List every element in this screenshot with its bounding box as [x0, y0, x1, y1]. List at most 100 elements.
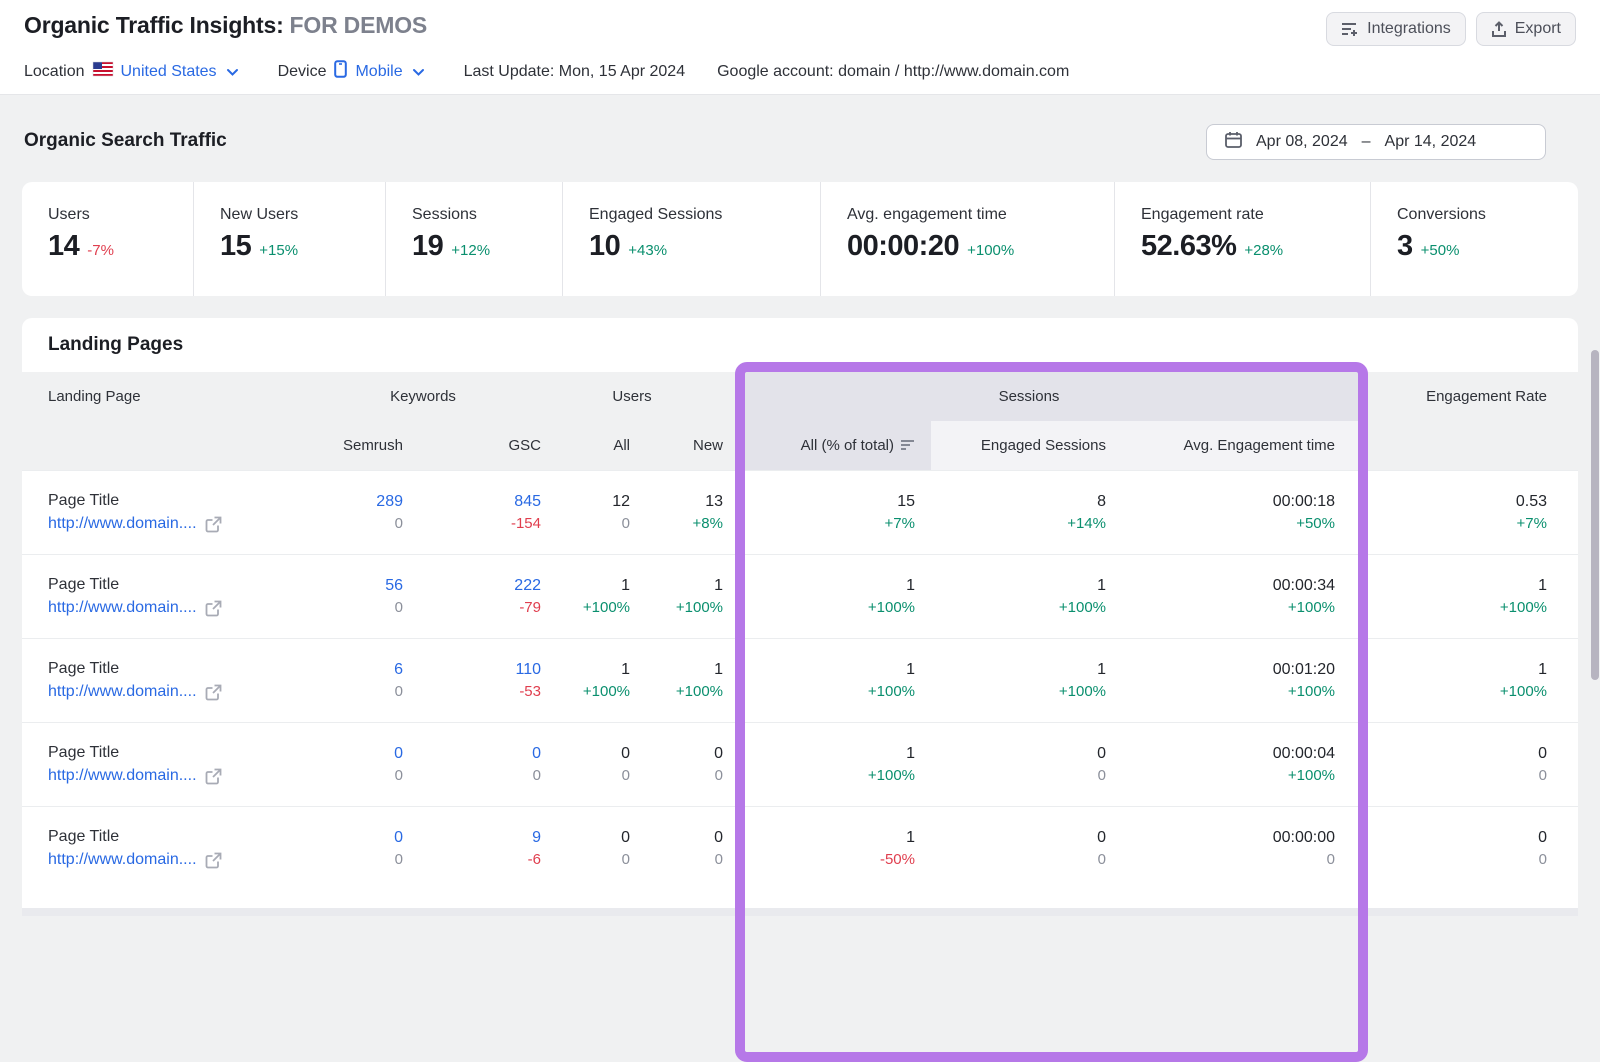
cell-value: 00:00:34 [1106, 577, 1335, 595]
cell-delta: 0 [1335, 767, 1547, 784]
cell-users-all: 00 [541, 829, 630, 868]
external-link-icon[interactable] [205, 684, 222, 701]
cell-delta: 0 [305, 767, 403, 784]
cell-gsc-keywords: 110-53 [403, 661, 541, 700]
page-url-link[interactable]: http://www.domain.... [48, 683, 197, 701]
cell-delta: +100% [541, 599, 630, 616]
metric-engaged-sessions: Engaged Sessions10+43% [562, 182, 820, 296]
chevron-down-icon [413, 63, 424, 81]
cell-value[interactable]: 56 [305, 577, 403, 595]
integrations-icon [1341, 21, 1359, 37]
cell-value: 0 [1335, 745, 1547, 763]
cell-value[interactable]: 6 [305, 661, 403, 679]
column-header-sessions-all[interactable]: All (% of total) [723, 437, 915, 455]
cell-value[interactable]: 9 [403, 829, 541, 847]
cell-value: 1 [1335, 661, 1547, 679]
cell-engagement-rate: 1+100% [1335, 577, 1578, 616]
cell-value: 8 [915, 493, 1106, 511]
table-header-sub-row: Semrush GSC All New All (% of total) Eng… [22, 421, 1578, 470]
metric-delta: +12% [451, 242, 490, 259]
cell-users-all: 1+100% [541, 661, 630, 700]
cell-value[interactable]: 0 [305, 745, 403, 763]
page-url-link[interactable]: http://www.domain.... [48, 851, 197, 869]
page-url-link[interactable]: http://www.domain.... [48, 599, 197, 617]
cell-delta: -50% [723, 851, 915, 868]
integrations-button[interactable]: Integrations [1326, 12, 1466, 46]
cell-engagement-rate: 1+100% [1335, 661, 1578, 700]
cell-value: 1 [723, 661, 915, 679]
cell-value[interactable]: 0 [305, 829, 403, 847]
column-header-semrush[interactable]: Semrush [305, 437, 403, 454]
cell-engagement-rate: 0.53+7% [1335, 493, 1578, 532]
page-url-link[interactable]: http://www.domain.... [48, 767, 197, 785]
cell-avg-engagement-time: 00:00:000 [1106, 829, 1335, 868]
cell-delta: 0 [541, 515, 630, 532]
column-group-sessions: Sessions [723, 388, 1335, 405]
landing-page-cell: Page Titlehttp://www.domain.... [22, 576, 305, 617]
device-value[interactable]: Mobile [355, 63, 402, 81]
cell-users-new: 00 [630, 829, 723, 868]
table-row: Page Titlehttp://www.domain....009-60000… [22, 806, 1578, 890]
page-title: Page Title [48, 744, 305, 762]
metric-sessions: Sessions19+12% [385, 182, 562, 296]
cell-gsc-keywords: 845-154 [403, 493, 541, 532]
location-filter[interactable]: Location United States [24, 62, 238, 81]
cell-value[interactable]: 289 [305, 493, 403, 511]
metric-delta: +15% [259, 242, 298, 259]
integrations-label: Integrations [1367, 20, 1451, 38]
cell-sessions-all-share: 1+100% [723, 577, 915, 616]
cell-delta: +100% [1106, 767, 1335, 784]
cell-semrush-keywords: 60 [305, 661, 403, 700]
date-range-picker[interactable]: Apr 08, 2024 – Apr 14, 2024 [1206, 124, 1546, 160]
chevron-down-icon [227, 63, 238, 81]
cell-delta: +100% [915, 683, 1106, 700]
cell-semrush-keywords: 00 [305, 745, 403, 784]
export-button[interactable]: Export [1476, 12, 1576, 46]
device-filter[interactable]: Device Mobile [278, 60, 424, 83]
metric-value: 3 [1397, 230, 1413, 263]
external-link-icon[interactable] [205, 852, 222, 869]
metrics-summary-card: Users14-7%New Users15+15%Sessions19+12%E… [22, 182, 1578, 296]
location-value[interactable]: United States [121, 63, 217, 81]
column-header-engaged-sessions[interactable]: Engaged Sessions [915, 437, 1106, 454]
cell-value[interactable]: 110 [403, 661, 541, 679]
cell-delta: -6 [403, 851, 541, 868]
cell-engagement-rate: 00 [1335, 745, 1578, 784]
cell-value[interactable]: 222 [403, 577, 541, 595]
mobile-device-icon [334, 60, 347, 83]
cell-semrush-keywords: 00 [305, 829, 403, 868]
metric-value: 15 [220, 230, 251, 263]
cell-sessions-all-share: 1+100% [723, 745, 915, 784]
column-header-users-all[interactable]: All [541, 437, 630, 454]
cell-value: 1 [541, 661, 630, 679]
cell-gsc-keywords: 9-6 [403, 829, 541, 868]
table-row: Page Titlehttp://www.domain....560222-79… [22, 554, 1578, 638]
column-header-users-new[interactable]: New [630, 437, 723, 454]
cell-value: 00:00:04 [1106, 745, 1335, 763]
device-label: Device [278, 63, 327, 81]
cell-delta: 0 [305, 515, 403, 532]
external-link-icon[interactable] [205, 516, 222, 533]
page-title: Page Title [48, 492, 305, 510]
cell-delta: +100% [630, 683, 723, 700]
external-link-icon[interactable] [205, 768, 222, 785]
page-title: Page Title [48, 828, 305, 846]
metric-label: Engagement rate [1141, 206, 1370, 224]
cell-delta: -53 [403, 683, 541, 700]
external-link-icon[interactable] [205, 600, 222, 617]
sort-descending-icon [900, 438, 915, 455]
metric-label: Avg. engagement time [847, 206, 1114, 224]
vertical-scrollbar[interactable] [1591, 350, 1599, 680]
column-header-avg-engagement-time[interactable]: Avg. Engagement time [1106, 437, 1335, 454]
cell-value[interactable]: 0 [403, 745, 541, 763]
column-header-engagement-rate[interactable]: Engagement Rate [1335, 388, 1578, 405]
cell-value: 15 [723, 493, 915, 511]
section-title: Organic Search Traffic [24, 130, 227, 152]
cell-users-new: 13+8% [630, 493, 723, 532]
metric-delta: +28% [1244, 242, 1283, 259]
column-header-gsc[interactable]: GSC [403, 437, 541, 454]
column-group-users: Users [541, 388, 723, 405]
page-url-link[interactable]: http://www.domain.... [48, 515, 197, 533]
cell-value: 0 [630, 745, 723, 763]
cell-value[interactable]: 845 [403, 493, 541, 511]
